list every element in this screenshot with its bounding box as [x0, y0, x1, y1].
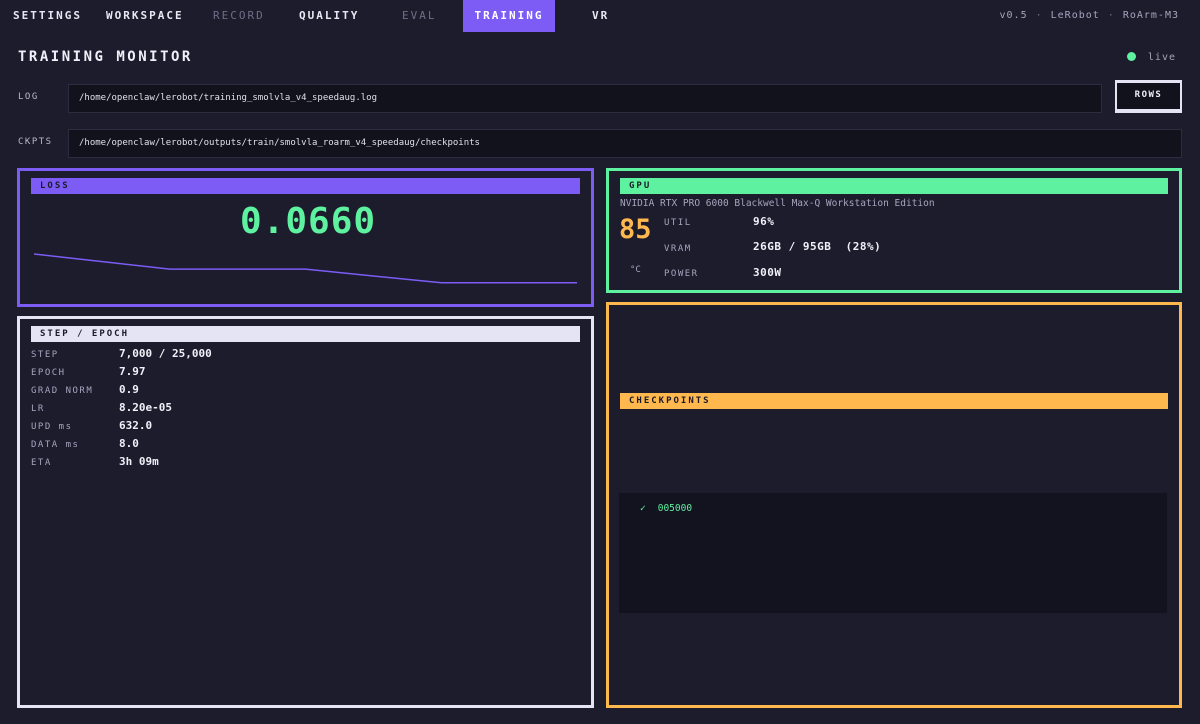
lr-value: 8.20e-05: [119, 401, 172, 414]
ckpts-path-input[interactable]: /home/openclaw/lerobot/outputs/train/smo…: [68, 129, 1182, 158]
top-nav: SETTINGS WORKSPACE RECORD QUALITY EVAL T…: [0, 0, 1200, 32]
robot-name: RoArm-M3: [1122, 10, 1179, 21]
checkpoint-name: 005000: [657, 503, 693, 514]
rows-button[interactable]: ROWS: [1115, 80, 1182, 113]
tab-vr[interactable]: VR: [592, 0, 609, 32]
loss-panel-header: LOSS: [31, 178, 580, 194]
version-label: v0.5: [999, 10, 1028, 21]
tab-training[interactable]: TRAINING: [463, 0, 555, 32]
live-indicator: live: [1126, 52, 1176, 63]
eta-label: ETA: [31, 458, 52, 468]
checkmark-icon: ✓: [640, 503, 646, 514]
tab-quality[interactable]: QUALITY: [299, 0, 359, 32]
step-value: 7,000 / 25,000: [119, 347, 212, 360]
gpu-temperature: 85: [619, 214, 652, 245]
data-ms-value: 8.0: [119, 437, 139, 450]
gpu-power-value: 300W: [753, 266, 782, 279]
epoch-value: 7.97: [119, 365, 146, 378]
gpu-vram-label: VRAM: [664, 244, 692, 254]
live-label: live: [1147, 52, 1176, 63]
ckpts-label: CKPTS: [18, 137, 53, 147]
gpu-vram-value: 26GB / 95GB (28%): [753, 240, 882, 253]
meta-separator: ·: [1107, 10, 1115, 21]
eta-value: 3h 09m: [119, 455, 159, 468]
gpu-temperature-unit: °C: [630, 265, 641, 275]
tab-eval[interactable]: EVAL: [402, 0, 437, 32]
list-item[interactable]: ✓ 005000: [640, 503, 692, 514]
lr-label: LR: [31, 404, 45, 414]
app-meta: v0.5 · LeRobot · RoArm-M3: [1000, 0, 1179, 32]
page-title: TRAINING MONITOR: [18, 49, 193, 65]
log-path-input[interactable]: /home/openclaw/lerobot/training_smolvla_…: [68, 84, 1102, 113]
live-status-dot-icon: [1126, 52, 1136, 61]
gpu-panel-header: GPU: [620, 178, 1168, 194]
grad-norm-value: 0.9: [119, 383, 139, 396]
loss-series-line: [33, 253, 577, 284]
upd-ms-label: UPD ms: [31, 422, 73, 432]
checkpoints-list: ✓ 005000: [619, 493, 1167, 613]
loss-chart: [33, 253, 577, 284]
checkpoints-panel-header: CHECKPOINTS: [620, 393, 1168, 409]
meta-separator: ·: [1035, 10, 1043, 21]
step-epoch-panel: [17, 316, 594, 708]
gpu-power-label: POWER: [664, 269, 699, 279]
log-label: LOG: [18, 92, 39, 102]
gpu-util-label: UTIL: [664, 218, 692, 228]
tab-settings[interactable]: SETTINGS: [13, 0, 82, 32]
gpu-model-name: NVIDIA RTX PRO 6000 Blackwell Max-Q Work…: [620, 198, 935, 209]
data-ms-label: DATA ms: [31, 440, 80, 450]
app-name: LeRobot: [1050, 10, 1100, 21]
gpu-util-value: 96%: [753, 215, 775, 228]
loss-value: 0.0660: [240, 201, 377, 242]
epoch-label: EPOCH: [31, 368, 66, 378]
tab-workspace[interactable]: WORKSPACE: [106, 0, 184, 32]
step-epoch-panel-header: STEP / EPOCH: [31, 326, 580, 342]
grad-norm-label: GRAD NORM: [31, 386, 94, 396]
upd-ms-value: 632.0: [119, 419, 153, 432]
tab-record[interactable]: RECORD: [213, 0, 265, 32]
step-label: STEP: [31, 350, 59, 360]
